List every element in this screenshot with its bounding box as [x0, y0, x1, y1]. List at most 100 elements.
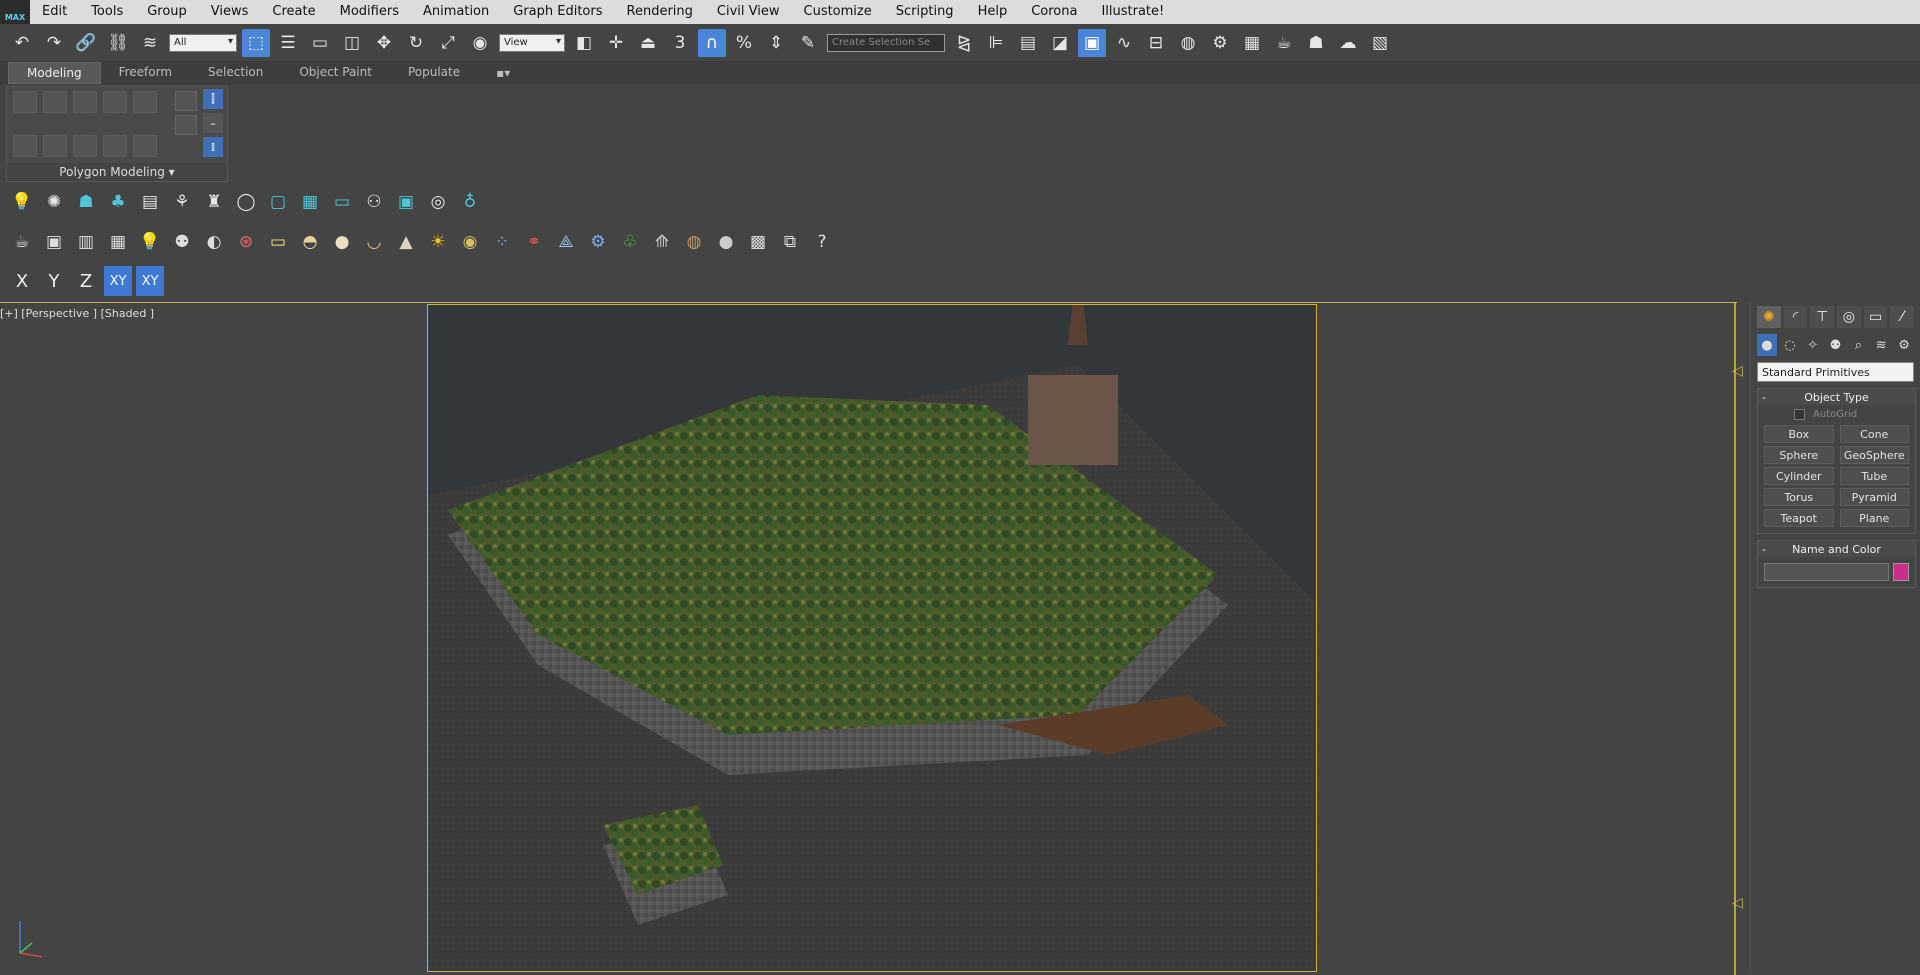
perspective-viewport[interactable]: [+] [Perspective ] [Shaded ] ◁ ◁ [0, 302, 1743, 975]
axis-y-button[interactable]: Y [40, 266, 68, 296]
menu-illustrate[interactable]: Illustrate! [1089, 0, 1176, 24]
axis-xy-snap-button[interactable]: XY [136, 266, 164, 296]
menu-customize[interactable]: Customize [792, 0, 884, 24]
bind-space-warp-icon[interactable]: ≋ [136, 29, 164, 57]
menu-create[interactable]: Create [260, 0, 327, 24]
particles-icon[interactable]: ⁘ [489, 229, 515, 255]
tab-modeling[interactable]: Modeling [8, 62, 101, 84]
cylinder-button[interactable]: Cylinder [1764, 467, 1834, 485]
people-icon[interactable]: ☗ [73, 189, 99, 215]
camera-icon[interactable]: ⚉ [169, 229, 195, 255]
menu-scripting[interactable]: Scripting [884, 0, 966, 24]
selection-filter-select[interactable]: All [169, 33, 237, 52]
list-icon[interactable]: ▤ [137, 189, 163, 215]
percent-snap-icon[interactable]: % [730, 29, 758, 57]
angle-snap-icon[interactable]: ∩ [698, 28, 726, 57]
hair-fur-icon[interactable]: ⟰ [649, 229, 675, 255]
menu-rendering[interactable]: Rendering [615, 0, 705, 24]
ribbon-blue-tool-2[interactable]: – [203, 113, 223, 133]
cone-button[interactable]: Cone [1839, 425, 1909, 443]
snaps-toggle-icon[interactable]: 3 [666, 29, 694, 57]
torus-button[interactable]: Torus [1764, 488, 1834, 506]
manipulate-icon[interactable]: ✛ [602, 29, 630, 57]
select-object-icon[interactable]: ⬚ [242, 28, 270, 57]
layer-explorer-icon[interactable]: ◪ [1046, 29, 1074, 57]
spacewarps-category-icon[interactable]: ≋ [1871, 334, 1891, 356]
name-color-header[interactable]: Name and Color [1758, 541, 1915, 557]
help-icon[interactable]: ? [809, 229, 835, 255]
calculator-icon[interactable]: ▥ [73, 229, 99, 255]
checker-icon[interactable]: ▩ [745, 229, 771, 255]
tree-icon[interactable]: ♣ [105, 189, 131, 215]
selection-region-icon[interactable]: ▭ [306, 29, 334, 57]
ribbon-options-icon[interactable]: ▪▾ [478, 63, 528, 83]
box-frame-icon[interactable]: ▣ [393, 189, 419, 215]
sunlight-icon[interactable]: ☀ [425, 229, 451, 255]
menu-graph-editors[interactable]: Graph Editors [501, 0, 614, 24]
export-icon[interactable]: ⧉ [777, 229, 803, 255]
axis-x-button[interactable]: X [8, 266, 36, 296]
ring-icon[interactable]: ◯ [233, 189, 259, 215]
sphere-primitive-icon[interactable]: ● [329, 229, 355, 255]
molecule-icon[interactable]: ⚭ [521, 229, 547, 255]
render-output-icon[interactable]: ▧ [1366, 29, 1394, 57]
group-icon[interactable]: ⚇ [361, 189, 387, 215]
polygon-tool-icon[interactable] [103, 91, 127, 113]
autogrid-checkbox[interactable] [1794, 409, 1805, 420]
tab-selection[interactable]: Selection [190, 62, 281, 84]
axis-z-button[interactable]: Z [72, 266, 100, 296]
ribbon-side-tool-2[interactable] [175, 115, 197, 135]
render-iterative-icon[interactable]: ☗ [1302, 29, 1330, 57]
vertex-tool-icon[interactable] [13, 91, 37, 113]
eye-icon[interactable]: ◎ [425, 189, 451, 215]
placement-icon[interactable]: ◉ [466, 29, 494, 57]
texture-ball-icon[interactable]: ◍ [681, 229, 707, 255]
menu-tools[interactable]: Tools [79, 0, 135, 24]
render-setup-icon[interactable]: ⚙ [1206, 29, 1234, 57]
teapot-icon[interactable]: ☕ [9, 229, 35, 255]
helpers-category-icon[interactable]: ⌕ [1848, 334, 1868, 356]
menu-edit[interactable]: Edit [30, 0, 79, 24]
named-selection-select[interactable]: Create Selection Se [827, 33, 945, 52]
ribbon-blue-tool-1[interactable]: ⫿ [203, 89, 223, 109]
sun-icon[interactable]: ✺ [41, 189, 67, 215]
mirror-icon[interactable]: ⧎ [950, 29, 978, 57]
menu-views[interactable]: Views [199, 0, 261, 24]
geosphere-button[interactable]: GeoSphere [1839, 446, 1909, 464]
tab-freeform[interactable]: Freeform [101, 62, 190, 84]
render-production-icon[interactable]: ☕ [1270, 29, 1298, 57]
object-color-swatch[interactable] [1893, 563, 1909, 581]
collapse-tool-icon[interactable] [73, 135, 97, 157]
render-frame-icon[interactable]: ▣ [41, 229, 67, 255]
modify-tool-icon[interactable] [13, 135, 37, 157]
stack-tool-icon[interactable] [43, 135, 67, 157]
menu-group[interactable]: Group [135, 0, 199, 24]
viewport-render-frame[interactable] [427, 304, 1317, 972]
speaker-icon[interactable]: ◐ [201, 229, 227, 255]
material-editor-icon[interactable]: ◍ [1174, 29, 1202, 57]
element-tool-icon[interactable] [133, 91, 157, 113]
scale-icon[interactable]: ⤢ [434, 29, 462, 57]
reference-coord-select[interactable]: View [499, 33, 565, 52]
object-name-input[interactable] [1764, 563, 1889, 581]
redo-icon[interactable]: ↷ [40, 29, 68, 57]
move-icon[interactable]: ✥ [370, 29, 398, 57]
align-icon[interactable]: ⊫ [982, 29, 1010, 57]
teapot-button[interactable]: Teapot [1764, 509, 1834, 527]
create-tab-icon[interactable]: ✺ [1757, 306, 1781, 328]
menu-animation[interactable]: Animation [411, 0, 501, 24]
spinner-snap-icon[interactable]: ⇕ [762, 29, 790, 57]
display-tab-icon[interactable]: ▭ [1863, 306, 1888, 328]
scene-explorer-icon[interactable]: ▤ [1014, 29, 1042, 57]
viewport-label[interactable]: [+] [Perspective ] [Shaded ] [0, 307, 154, 320]
geometry-category-icon[interactable]: ● [1757, 334, 1777, 356]
ribbon-panel-label[interactable]: Polygon Modeling ▾ [7, 163, 227, 181]
bulb-outline-icon[interactable]: ♁ [457, 189, 483, 215]
ignore-backfacing-icon[interactable] [133, 135, 157, 157]
preview-tool-icon[interactable] [103, 135, 127, 157]
hierarchy-tab-icon[interactable]: ⊤ [1810, 306, 1835, 328]
select-by-name-icon[interactable]: ☰ [274, 29, 302, 57]
pivot-center-icon[interactable]: ◧ [570, 29, 598, 57]
undo-icon[interactable]: ↶ [8, 29, 36, 57]
statue-icon[interactable]: ♜ [201, 189, 227, 215]
